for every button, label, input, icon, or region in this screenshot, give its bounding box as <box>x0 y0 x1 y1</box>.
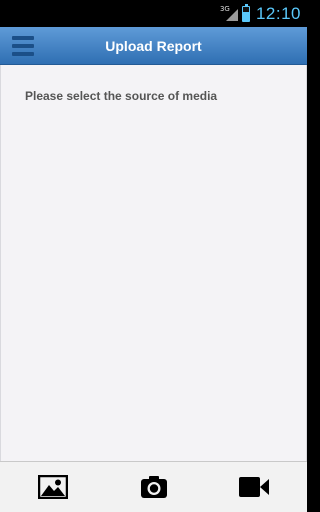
battery-icon <box>241 3 250 22</box>
status-clock: 12:10 <box>255 3 301 23</box>
video-camera-icon <box>239 477 269 497</box>
camera-icon <box>140 476 167 498</box>
signal-strength-icon <box>225 8 238 21</box>
status-bar: 3G 12:10 <box>0 0 307 27</box>
camera-button[interactable] <box>137 470 171 504</box>
signal-indicator: 3G <box>220 5 238 22</box>
main-content: Please select the source of media <box>0 65 307 461</box>
gallery-image-icon <box>38 475 68 499</box>
page-title: Upload Report <box>105 37 202 54</box>
app-bar: Upload Report <box>0 27 307 65</box>
gallery-button[interactable] <box>36 470 70 504</box>
media-source-toolbar <box>0 461 307 512</box>
media-source-prompt: Please select the source of media <box>25 89 218 103</box>
hamburger-menu-icon[interactable] <box>12 36 34 56</box>
video-button[interactable] <box>237 470 271 504</box>
